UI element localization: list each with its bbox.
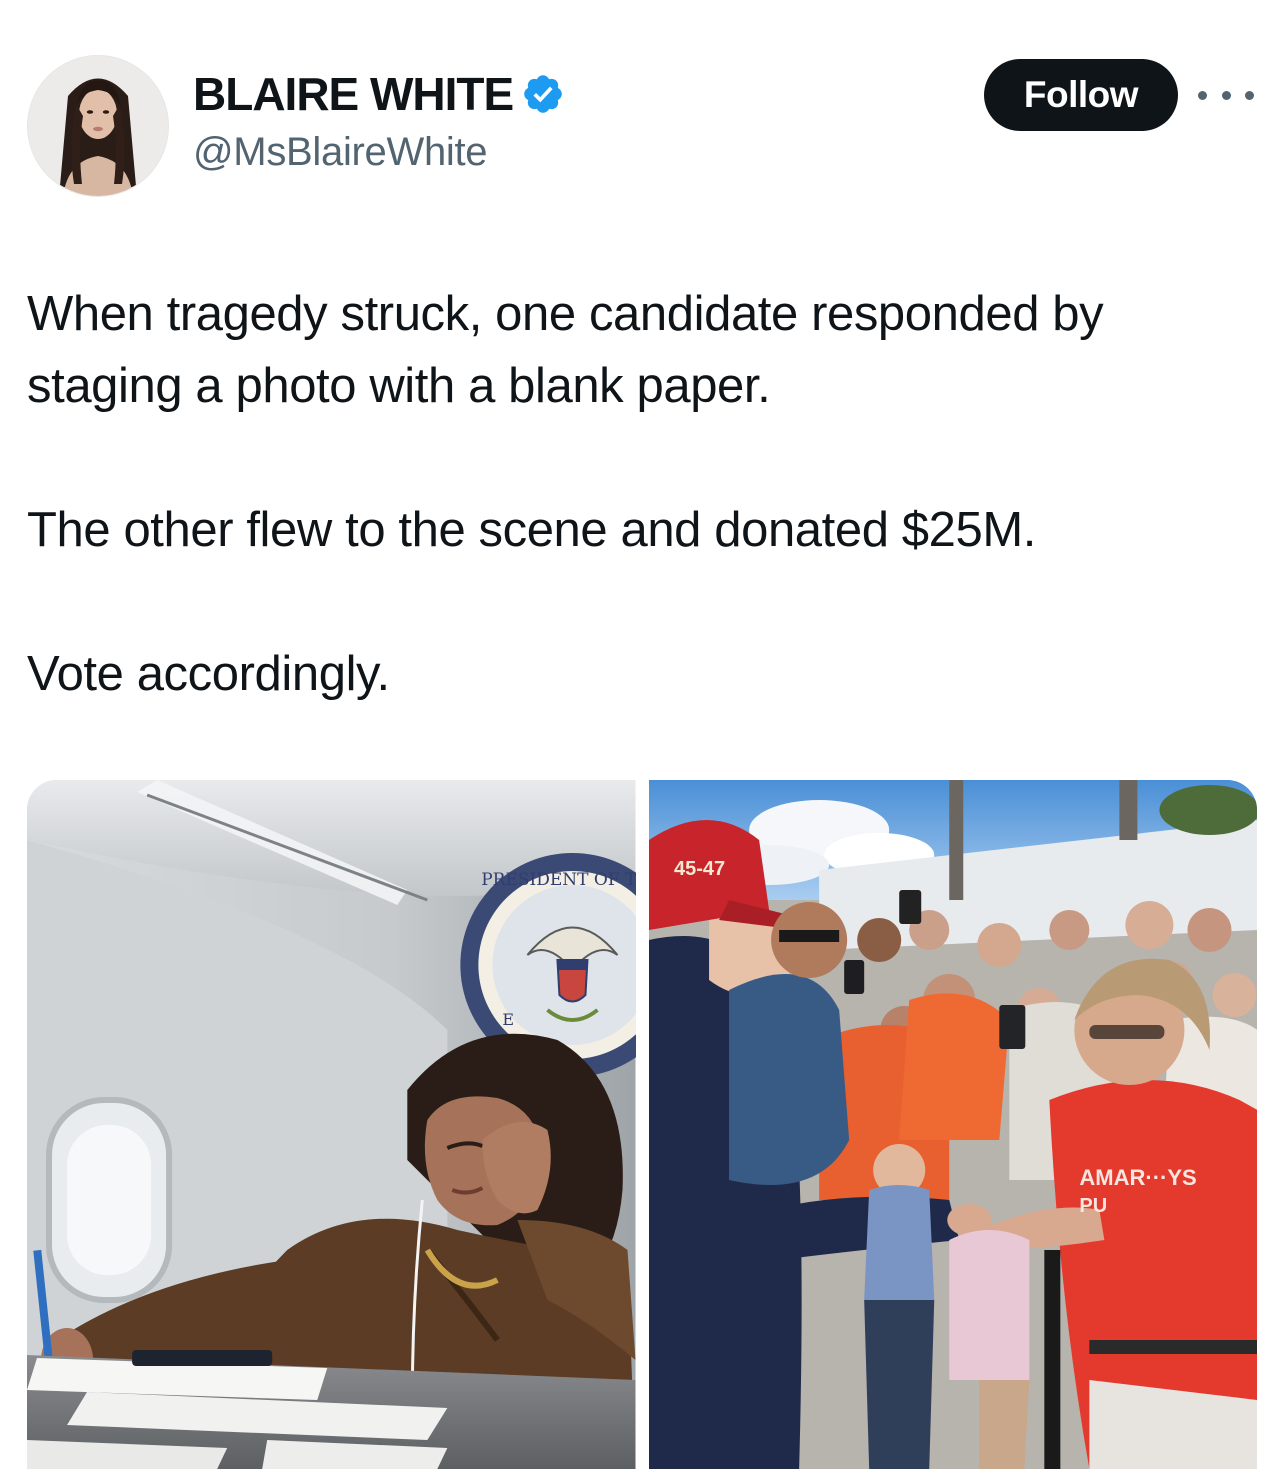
tweet-text: When tragedy struck, one candidate respo…: [27, 278, 1252, 710]
avatar[interactable]: [27, 55, 169, 197]
author-display-name[interactable]: BLAIRE WHITE: [193, 67, 514, 121]
tweet-paragraph: Vote accordingly.: [27, 647, 390, 701]
verified-badge-icon[interactable]: [521, 72, 565, 116]
crowd-rally-photo: 45-47 AMAR···YS PU: [648, 780, 1257, 1469]
cap-text: 45-47: [674, 858, 725, 880]
shirt-text-1: AMAR···YS: [1079, 1165, 1196, 1190]
tweet-paragraph: When tragedy struck, one candidate respo…: [27, 287, 1104, 413]
more-dot-icon: [1245, 90, 1254, 100]
media-photo-right[interactable]: 45-47 AMAR···YS PU: [648, 780, 1257, 1469]
shirt-text-2: PU: [1079, 1195, 1107, 1217]
more-options-button[interactable]: [1198, 82, 1254, 108]
seal-text-lower: E: [502, 1010, 514, 1029]
tweet-paragraph: The other flew to the scene and donated …: [27, 503, 1036, 557]
plane-cabin-photo: PRESIDENT OF THE E: [27, 780, 636, 1469]
author-name-row: BLAIRE WHITE: [193, 68, 565, 120]
seal-text: PRESIDENT OF THE: [481, 870, 635, 890]
media-photo-left[interactable]: PRESIDENT OF THE E: [27, 780, 636, 1469]
more-dot-icon: [1198, 90, 1207, 100]
more-dot-icon: [1221, 90, 1231, 100]
avatar-image: [28, 56, 168, 196]
author-handle[interactable]: @MsBlaireWhite: [193, 130, 488, 175]
follow-button[interactable]: Follow: [984, 59, 1178, 131]
media-grid: PRESIDENT OF THE E: [27, 780, 1257, 1469]
